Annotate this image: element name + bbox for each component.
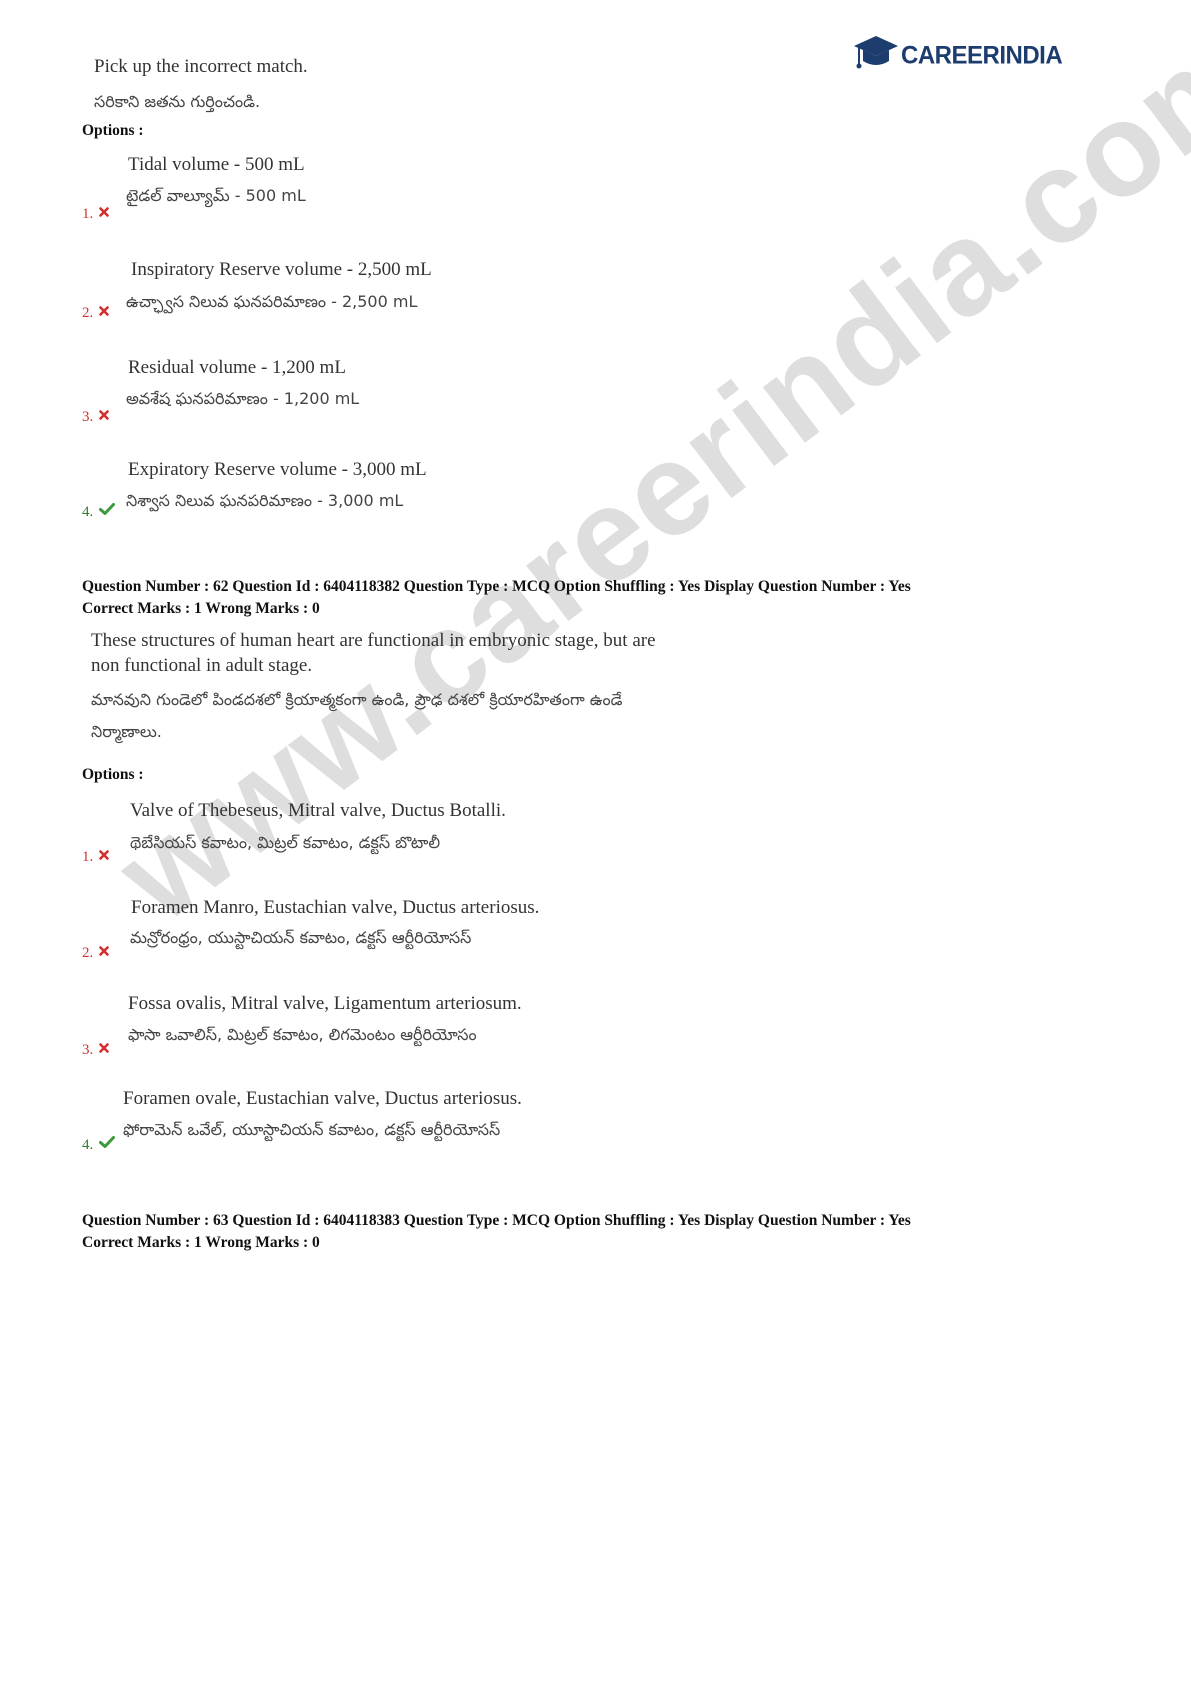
option-text-en: Valve of Thebeseus, Mitral valve, Ductus… [130, 800, 506, 821]
option-text-te: టైడల్ వాల్యూమ్ - 500 mL [126, 186, 306, 205]
careerindia-logo: CAREERINDIA [853, 33, 1063, 79]
option-text-en: Foramen ovale, Eustachian valve, Ductus … [123, 1088, 522, 1109]
option-text-en: Residual volume - 1,200 mL [128, 357, 346, 378]
option-text-te: నిశ్వాస నిలువ ఘనపరిమాణం - 3,000 mL [126, 491, 404, 510]
option-number: 3. [82, 1041, 110, 1059]
options-label: Options : [82, 122, 144, 139]
question-text-en: non functional in adult stage. [91, 655, 313, 676]
cross-icon [99, 304, 110, 321]
option-number: 4. [82, 1136, 116, 1154]
graduation-cap-icon [853, 34, 899, 78]
question-text-te: మానవుని గుండెలో పిండదశలో క్రియాత్మకంగా ఉ… [91, 690, 623, 709]
cross-icon [99, 205, 110, 222]
option-number: 2. [82, 304, 110, 322]
question-meta: Question Number : 63 Question Id : 64041… [82, 1212, 911, 1251]
cross-icon [99, 944, 110, 961]
option-text-te: మన్రోరంధ్రం, యుస్టాచియన్ కవాటం, డక్టస్ ఆ… [130, 928, 472, 947]
option-number: 4. [82, 503, 116, 521]
option-text-te: థెబేసియస్ కవాటం, మిట్రల్ కవాటం, డక్టస్ బ… [130, 833, 441, 852]
cross-icon [99, 408, 110, 425]
option-number: 3. [82, 408, 110, 426]
option-text-te: ఉచ్ఛ్వాస నిలువ ఘనపరిమాణం - 2,500 mL [126, 292, 418, 311]
option-text-te: ఫాసా ఒవాలిస్, మిట్రల్ కవాటం, లిగమెంటం ఆర… [128, 1025, 477, 1044]
option-text-en: Tidal volume - 500 mL [128, 154, 305, 175]
question-meta: Question Number : 62 Question Id : 64041… [82, 578, 911, 617]
option-number: 2. [82, 944, 110, 962]
option-text-en: Foramen Manro, Eustachian valve, Ductus … [131, 897, 540, 918]
option-text-te: ఫోరామెన్ ఒవేల్, యూస్టాచియన్ కవాటం, డక్టస… [123, 1120, 501, 1139]
logo-text: CAREERINDIA [901, 41, 1063, 70]
cross-icon [99, 848, 110, 865]
option-text-te: అవశేష ఘనపరిమాణం - 1,200 mL [126, 389, 360, 408]
check-icon [99, 503, 116, 520]
question-text-te: నిర్మాణాలు. [91, 722, 162, 741]
exam-page: www.careerindia.com CAREERINDIA Pick up … [0, 0, 1191, 1684]
question-text-te: సరికాని జతను గుర్తించండి. [94, 92, 261, 111]
options-label: Options : [82, 766, 144, 783]
option-text-en: Fossa ovalis, Mitral valve, Ligamentum a… [128, 993, 522, 1014]
question-text-en: These structures of human heart are func… [91, 630, 656, 651]
option-number: 1. [82, 205, 110, 223]
cross-icon [99, 1041, 110, 1058]
question-text-en: Pick up the incorrect match. [94, 56, 308, 77]
option-number: 1. [82, 848, 110, 866]
option-text-en: Inspiratory Reserve volume - 2,500 mL [131, 259, 432, 280]
option-text-en: Expiratory Reserve volume - 3,000 mL [128, 459, 427, 480]
check-icon [99, 1136, 116, 1153]
